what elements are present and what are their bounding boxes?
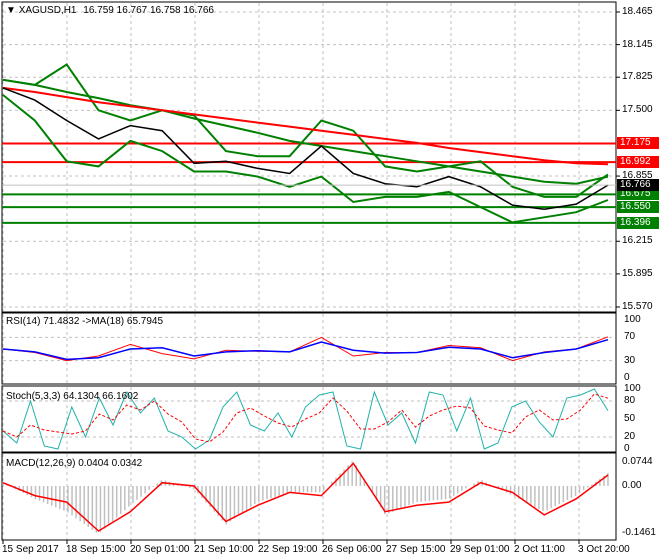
rsi-axis-label: 30 [624, 354, 636, 366]
x-tick-label: 18 Sep 15:00 [66, 544, 126, 555]
collapse-arrow-icon[interactable]: ▼ [6, 5, 16, 16]
band-lower-line [2, 94, 609, 224]
rsi-axis-label: 0 [624, 372, 630, 383]
ma-mid-line [2, 78, 609, 185]
stoch-axis-label: 50 [624, 413, 636, 424]
symbol-label: XAGUSD,H1 [18, 5, 77, 16]
x-tick-label: 20 Sep 01:00 [130, 544, 190, 555]
macd-axis-label: 0.0744 [622, 456, 653, 467]
x-tick-label: 29 Sep 01:00 [450, 544, 510, 555]
chart-canvas[interactable] [0, 0, 660, 560]
macd-axis-label: -0.1461 [622, 527, 656, 538]
price-line [2, 87, 609, 210]
level-label-16.550: 16.550 [617, 201, 659, 214]
level-label-17.175: 17.175 [617, 137, 659, 150]
level-label-16.396: 16.396 [617, 216, 659, 229]
x-tick-label: 21 Sep 10:00 [194, 544, 254, 555]
level-label-16.992: 16.992 [617, 156, 659, 169]
macd-title: MACD(12,26,9) 0.0404 0.0342 [6, 458, 143, 469]
price-axis-label: 18.465 [622, 6, 653, 17]
price-axis-label: 15.895 [622, 267, 653, 279]
ma-slow-line [2, 86, 609, 166]
x-tick-label: 26 Sep 06:00 [322, 544, 382, 555]
current-price-label: 16.766 [617, 179, 659, 192]
rsi-axis-label: 70 [624, 331, 636, 343]
price-axis-label: 15.570 [622, 301, 653, 312]
macd-axis-label: 0.00 [622, 479, 642, 491]
stoch-axis-label: 80 [624, 395, 636, 406]
chart-header: ▼ XAGUSD,H1 16.759 16.767 16.758 16.766 [6, 5, 214, 16]
stoch-axis-label: 20 [624, 431, 636, 442]
stoch-axis-label: 0 [624, 443, 630, 454]
x-tick-label: 27 Sep 15:00 [386, 544, 446, 555]
price-axis-label: 18.145 [622, 38, 653, 50]
price-axis-label: 17.825 [622, 71, 653, 83]
ohlc-values: 16.759 16.767 16.758 16.766 [83, 5, 214, 16]
stoch-title: Stoch(5,3,3) 64.1304 66.1602 [6, 391, 139, 402]
stoch-axis-label: 100 [624, 383, 641, 394]
macd-signal-line [2, 462, 609, 532]
price-axis-label: 16.215 [622, 235, 653, 247]
x-tick-label: 3 Oct 20:00 [578, 544, 630, 555]
rsi-title: RSI(14) 71.4832 ->MA(18) 65.7945 [6, 316, 164, 327]
rsi-axis-label: 100 [624, 314, 641, 325]
x-tick-label: 2 Oct 11:00 [514, 544, 565, 555]
price-axis-label: 17.500 [622, 104, 653, 116]
x-tick-label: 22 Sep 19:00 [258, 544, 318, 555]
x-tick-label: 15 Sep 2017 [2, 544, 59, 555]
